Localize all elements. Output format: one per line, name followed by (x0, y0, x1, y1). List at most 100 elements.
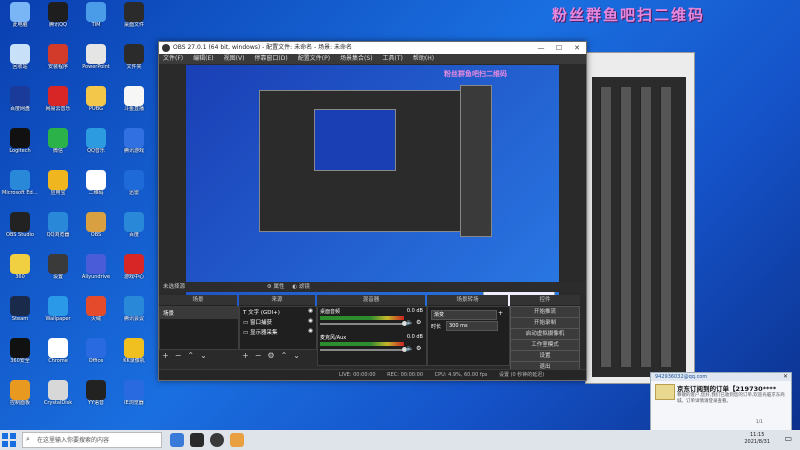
desktop-icon[interactable]: Wallpaper (40, 296, 76, 336)
remove-icon[interactable]: − (255, 351, 262, 360)
sources-list[interactable]: T 文字 (GDI+) ◉ ▭ 窗口捕获 ◉ ▭ 显示器采集 ◉ (239, 306, 317, 350)
down-icon[interactable]: ⌄ (293, 351, 300, 360)
desktop-icon[interactable]: PUBG (78, 86, 114, 126)
background-fader[interactable] (640, 87, 651, 367)
up-icon[interactable]: ⌃ (187, 351, 194, 360)
notification-center-icon[interactable]: ▭ (784, 434, 792, 443)
menu-item[interactable]: 编辑(E) (193, 54, 213, 64)
desktop-icon[interactable]: Logitech (2, 128, 38, 168)
menu-item[interactable]: 配置文件(P) (298, 54, 330, 64)
desktop-icon[interactable]: PowerPoint (78, 44, 114, 84)
desktop-icon[interactable]: 控制面板 (2, 380, 38, 420)
desktop-icon[interactable]: 此电脑 (2, 2, 38, 42)
transition-select[interactable]: 渐变 (431, 310, 497, 320)
menu-item[interactable]: 帮助(H) (413, 54, 434, 64)
mail-notification[interactable]: 942936032@qq.com ✕ 京东订阅到的订单【219730**** 尊… (650, 372, 792, 434)
filters-label[interactable]: 滤镜 (299, 284, 310, 290)
desktop-icon[interactable]: 二维码 (78, 170, 114, 210)
desktop-icon[interactable]: 网易云音乐 (40, 86, 76, 126)
desktop-icon[interactable]: IE浏览器 (116, 380, 152, 420)
eye-icon[interactable]: ◉ (308, 308, 313, 314)
scenes-list[interactable]: 场景 (159, 306, 239, 350)
system-clock[interactable]: 11:15 2021/8/31 (744, 432, 770, 446)
desktop-icon[interactable]: Office (78, 338, 114, 378)
filter-icon[interactable]: ◐ (292, 284, 297, 290)
source-item[interactable]: T 文字 (GDI+) ◉ (240, 307, 316, 317)
desktop-icon[interactable]: Microsoft Edge (2, 170, 38, 210)
desktop-icon[interactable]: QQ浏览器 (40, 212, 76, 252)
desktop-icon[interactable]: OBS Studio (2, 212, 38, 252)
desktop-icon[interactable]: 360安全 (2, 338, 38, 378)
menu-item[interactable]: 场景集合(S) (340, 54, 373, 64)
obs-taskbar-icon[interactable] (210, 433, 224, 447)
volume-slider[interactable] (320, 349, 404, 351)
gear-icon[interactable]: ⚙ (416, 345, 421, 352)
desktop-icon[interactable]: 360 (2, 254, 38, 294)
volume-slider[interactable] (320, 323, 404, 325)
menu-item[interactable]: 停靠窗口(D) (254, 54, 287, 64)
menu-item[interactable]: 工具(T) (383, 54, 403, 64)
speaker-icon[interactable]: 🔈 (406, 319, 413, 326)
remove-icon[interactable]: − (175, 351, 182, 360)
desktop-icon[interactable]: 应用宝 (40, 170, 76, 210)
desktop-icon[interactable]: 设置 (40, 254, 76, 294)
title-bar[interactable]: OBS 27.0.1 (64 bit, windows) - 配置文件: 未命名… (159, 42, 586, 54)
desktop-icon[interactable]: CrystalDisk (40, 380, 76, 420)
gear-icon[interactable]: ⚙ (416, 319, 421, 326)
desktop-icon[interactable]: Aliyundrive (78, 254, 114, 294)
desktop-icon[interactable]: 百度网盘 (2, 86, 38, 126)
eye-icon[interactable]: ◉ (308, 328, 313, 334)
desktop-icon[interactable]: QQ音乐 (78, 128, 114, 168)
gear-icon[interactable]: ⚙ (267, 284, 272, 290)
desktop-icon[interactable]: 回收站 (2, 44, 38, 84)
folder-icon[interactable] (230, 433, 244, 447)
background-fader[interactable] (660, 87, 671, 367)
add-icon[interactable]: + (498, 310, 503, 317)
desktop-icon[interactable]: 斗鱼直播 (116, 86, 152, 126)
add-icon[interactable]: + (242, 351, 249, 360)
down-icon[interactable]: ⌄ (200, 351, 207, 360)
gear-icon[interactable]: ⚙ (267, 351, 274, 360)
desktop-icon[interactable]: 文件夹 (116, 44, 152, 84)
desktop-icon[interactable]: Chrome (40, 338, 76, 378)
obs-taskbar-icon[interactable] (190, 433, 204, 447)
up-icon[interactable]: ⌃ (281, 351, 288, 360)
scene-item[interactable]: 场景 (160, 307, 238, 319)
no-source-label: 未选择源 (163, 284, 186, 290)
add-icon[interactable]: + (162, 351, 169, 360)
maximize-button[interactable]: ☐ (550, 42, 568, 54)
desktop-icon[interactable]: KK录像机 (116, 338, 152, 378)
desktop-icon[interactable]: 火绒 (78, 296, 114, 336)
speaker-icon[interactable]: 🔈 (406, 345, 413, 352)
desktop-icon[interactable]: 迅雷 (116, 170, 152, 210)
background-fader[interactable] (620, 87, 631, 367)
desktop-icon[interactable]: 腾讯游戏 (116, 128, 152, 168)
menu-item[interactable]: 文件(F) (163, 54, 183, 64)
desktop-icon[interactable]: TIM (78, 2, 114, 42)
source-item[interactable]: ▭ 显示器采集 ◉ (240, 327, 316, 337)
desktop-icon[interactable]: 腾讯QQ (40, 2, 76, 42)
desktop-icon[interactable]: 腾讯会议 (116, 296, 152, 336)
windows-start-icon[interactable] (2, 433, 16, 447)
desktop-icon[interactable]: 桌面文件 (116, 2, 152, 42)
desktop-icon[interactable]: 微信 (40, 128, 76, 168)
duration-input[interactable]: 300 ms (446, 321, 498, 331)
close-button[interactable]: ✕ (568, 42, 586, 54)
minimize-button[interactable]: — (532, 42, 550, 54)
desktop-icon[interactable]: 百度 (116, 212, 152, 252)
desktop-icon[interactable]: 安装程序 (40, 44, 76, 84)
desktop-icon[interactable]: Steam (2, 296, 38, 336)
desktop-icon[interactable]: YY语音 (78, 380, 114, 420)
edge-icon[interactable] (170, 433, 184, 447)
source-item[interactable]: ▭ 窗口捕获 ◉ (240, 317, 316, 327)
desktop-icon[interactable]: 游戏中心 (116, 254, 152, 294)
background-fader[interactable] (600, 87, 611, 367)
properties-label[interactable]: 属性 (273, 284, 284, 290)
obs-main-window[interactable]: OBS 27.0.1 (64 bit, windows) - 配置文件: 未命名… (158, 41, 587, 381)
eye-icon[interactable]: ◉ (308, 318, 313, 324)
menu-item[interactable]: 视图(V) (224, 54, 245, 64)
close-icon[interactable]: ✕ (783, 373, 788, 380)
background-mixer-window[interactable] (585, 52, 695, 384)
taskbar-search-input[interactable]: 在这里输入你要搜索的内容 (22, 432, 162, 448)
desktop-icon[interactable]: OBS (78, 212, 114, 252)
